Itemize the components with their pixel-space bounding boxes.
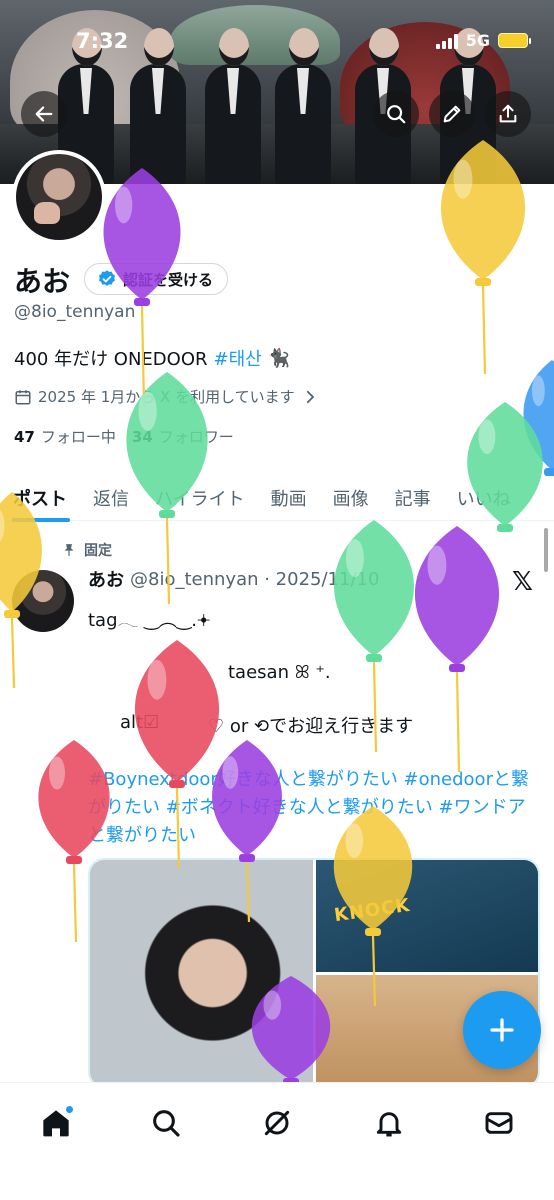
notification-dot — [65, 1105, 74, 1114]
grok-icon — [264, 1110, 290, 1136]
edit-pencil-icon — [443, 105, 461, 123]
search-icon — [387, 105, 406, 124]
display-name: あお — [14, 265, 71, 298]
tab-photos[interactable]: 画像 — [320, 474, 382, 521]
banner-person — [275, 28, 331, 184]
following-count: 47 — [14, 428, 35, 446]
following-label: フォロー中 — [40, 428, 116, 446]
status-time: 7:32 — [76, 29, 129, 53]
share-button[interactable] — [485, 91, 531, 137]
tab-videos[interactable]: 動画 — [258, 474, 320, 521]
bio-emoji: 🐈‍⬛ — [267, 347, 291, 369]
tab-articles[interactable]: 記事 — [382, 474, 444, 521]
calendar-icon — [15, 389, 31, 404]
balloon-decoration — [212, 740, 282, 923]
balloon-decoration — [440, 140, 526, 375]
nav-messages[interactable] — [479, 1103, 519, 1143]
signal-icon — [435, 33, 458, 49]
balloon-decoration — [414, 526, 500, 773]
chevron-right-icon — [306, 390, 314, 403]
compose-post-button[interactable] — [463, 991, 541, 1069]
banner-person — [130, 28, 186, 184]
search-button[interactable] — [373, 91, 419, 137]
balloon-decoration — [467, 402, 543, 532]
mail-icon — [485, 1112, 513, 1134]
bell-icon — [376, 1112, 402, 1137]
pin-icon — [64, 544, 74, 556]
nav-home[interactable] — [36, 1103, 76, 1143]
nav-grok[interactable] — [257, 1103, 297, 1143]
following-link[interactable]: 47 フォロー中 — [14, 426, 116, 447]
balloon-decoration — [251, 976, 331, 1086]
back-button[interactable] — [21, 91, 67, 137]
share-icon — [499, 104, 517, 123]
balloon-decoration — [126, 372, 208, 605]
nav-explore[interactable] — [146, 1103, 186, 1143]
plus-icon — [490, 1018, 514, 1042]
search-icon — [153, 1110, 180, 1137]
status-indicators: 5G — [435, 31, 531, 50]
balloon-decoration — [38, 740, 110, 943]
back-arrow-icon — [35, 106, 53, 122]
bottom-navigation — [0, 1082, 554, 1200]
pinned-label-row: 固定 — [62, 540, 112, 560]
network-label: 5G — [465, 31, 490, 50]
battery-icon — [498, 33, 531, 48]
pinned-label: 固定 — [84, 543, 112, 559]
nav-notifications[interactable] — [369, 1103, 409, 1143]
banner-person — [205, 28, 261, 184]
edit-profile-button[interactable] — [429, 91, 475, 137]
post-text-line: taesan ꕤ ⁺. — [228, 662, 331, 683]
bio-hashtag-link[interactable]: #태산 — [214, 345, 262, 371]
balloon-decoration — [0, 492, 42, 689]
